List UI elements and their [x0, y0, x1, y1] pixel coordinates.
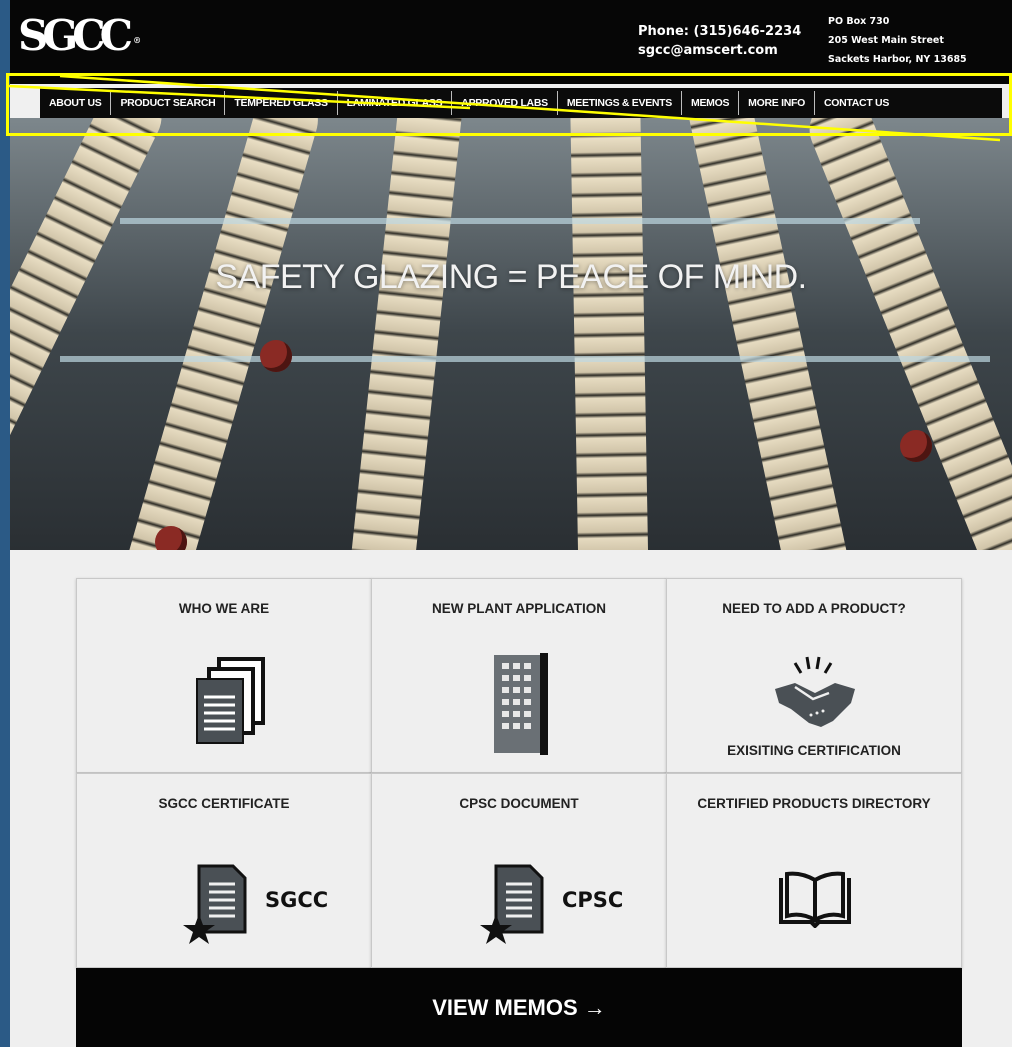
wheel-image-part: [155, 526, 187, 550]
documents-icon: [196, 657, 265, 744]
building-icon: [494, 653, 548, 755]
book-icon: [779, 871, 851, 928]
existing-certification-label: EXISITING CERTIFICATION: [727, 743, 901, 758]
card-title: NEW PLANT APPLICATION: [432, 601, 606, 616]
hero-title: SAFETY GLAZING = PEACE OF MIND.: [215, 258, 807, 296]
card-title: NEED TO ADD A PRODUCT?: [722, 601, 906, 616]
wheel-image-part: [900, 430, 932, 462]
card-title: CERTIFIED PRODUCTS DIRECTORY: [697, 796, 931, 811]
roller-image-part: [338, 118, 466, 550]
card-cpsc-document[interactable]: CPSC DOCUMENT CPSC: [371, 773, 667, 968]
glass-edge: [120, 218, 920, 224]
roller-image-part: [569, 118, 651, 550]
view-memos-button[interactable]: VIEW MEMOS →: [76, 968, 962, 1047]
wheel-image-part: [260, 340, 292, 372]
handshake-icon: [775, 656, 855, 727]
hero-banner: SAFETY GLAZING = PEACE OF MIND.: [10, 118, 1012, 550]
card-sgcc-certificate[interactable]: SGCC CERTIFICATE SGCC: [76, 773, 372, 968]
glass-edge: [60, 356, 990, 362]
card-new-plant-application[interactable]: NEW PLANT APPLICATION: [371, 578, 667, 773]
certificate-icon: [183, 864, 247, 944]
card-certified-products-directory[interactable]: CERTIFIED PRODUCTS DIRECTORY: [666, 773, 962, 968]
card-title: CPSC DOCUMENT: [459, 796, 579, 811]
card-title: SGCC CERTIFICATE: [158, 796, 290, 811]
cpsc-doc-label: CPSC: [562, 888, 624, 912]
card-add-product[interactable]: NEED TO ADD A PRODUCT? EXISITING CERTIFI…: [666, 578, 962, 773]
certificate-icon: [480, 864, 544, 944]
card-who-we-are[interactable]: WHO WE ARE: [76, 578, 372, 773]
annotation-lines: [7, 74, 1001, 142]
card-title: WHO WE ARE: [178, 601, 270, 616]
sgcc-doc-label: SGCC: [265, 888, 329, 912]
